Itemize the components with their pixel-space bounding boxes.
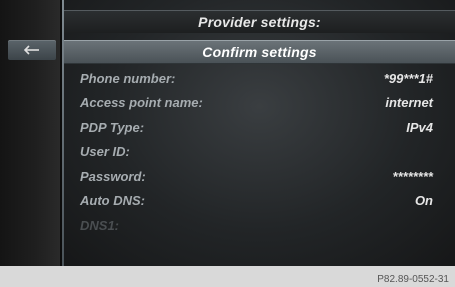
- settings-panel: Provider settings: Confirm settings Phon…: [64, 0, 455, 266]
- figure-code: P82.89-0552-31: [377, 274, 449, 285]
- setting-label: PDP Type:: [80, 119, 145, 135]
- nav-screen: Provider settings: Confirm settings Phon…: [0, 0, 455, 266]
- confirm-settings-button[interactable]: Confirm settings: [64, 40, 455, 64]
- setting-value: ********: [392, 168, 433, 184]
- list-item-password[interactable]: Password: ********: [64, 164, 455, 189]
- setting-label: DNS1:: [80, 217, 120, 233]
- setting-value: *99***1#: [383, 70, 433, 86]
- settings-list: Phone number: *99***1# Access point name…: [64, 66, 455, 238]
- setting-label: Phone number:: [80, 70, 176, 86]
- setting-value: IPv4: [406, 119, 433, 135]
- setting-value: On: [414, 193, 433, 209]
- setting-label: User ID:: [80, 144, 130, 160]
- list-item-user-id[interactable]: User ID:: [64, 140, 455, 165]
- setting-label: Auto DNS:: [80, 193, 145, 209]
- list-item-auto-dns[interactable]: Auto DNS: On: [64, 189, 455, 214]
- back-arrow-icon: [24, 45, 39, 55]
- list-item-dns1[interactable]: DNS1:: [64, 213, 455, 238]
- list-item-pdp-type[interactable]: PDP Type: IPv4: [64, 115, 455, 140]
- list-item-phone-number[interactable]: Phone number: *99***1#: [64, 66, 455, 91]
- provider-settings-title: Provider settings:: [64, 10, 455, 33]
- left-rail: [0, 0, 60, 266]
- setting-label: Access point name:: [80, 95, 203, 111]
- setting-value: internet: [385, 95, 433, 111]
- setting-label: Password:: [80, 168, 146, 184]
- list-item-access-point-name[interactable]: Access point name: internet: [64, 91, 455, 116]
- back-button[interactable]: [8, 40, 56, 60]
